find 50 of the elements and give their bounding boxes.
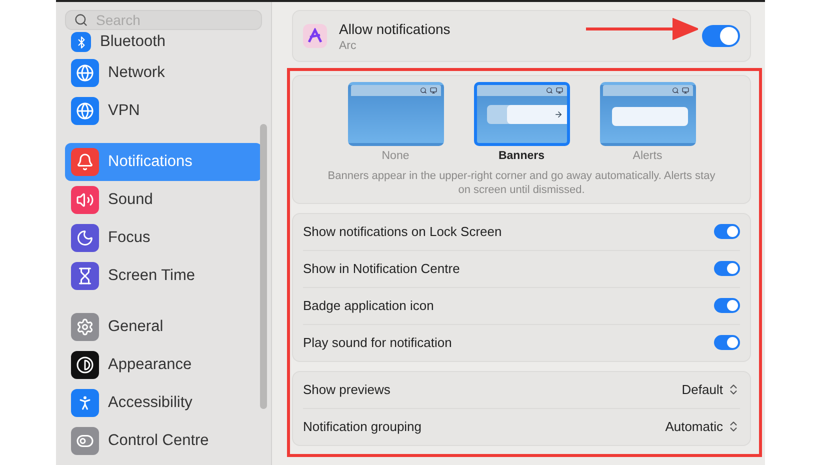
screen-time-icon bbox=[71, 262, 99, 290]
style-description: Banners appear in the upper-right corner and go away automatically. Alerts stay on screen until dismissed. bbox=[326, 169, 716, 198]
setting-label: Notification grouping bbox=[303, 419, 422, 434]
general-icon bbox=[71, 313, 99, 341]
sidebar-item[interactable]: VPN bbox=[65, 92, 262, 130]
toggle-switch[interactable] bbox=[714, 261, 740, 276]
monitor-icon bbox=[430, 87, 436, 94]
toggle-switch[interactable] bbox=[702, 25, 740, 47]
sidebar-item[interactable]: Network bbox=[65, 54, 262, 92]
sidebar-item[interactable]: Control Centre bbox=[65, 422, 262, 460]
notifications-icon bbox=[71, 148, 99, 176]
sidebar-item[interactable]: Accessibility bbox=[65, 384, 262, 422]
setting-label: Badge application icon bbox=[303, 298, 434, 314]
popup-menu[interactable]: Default bbox=[682, 382, 740, 398]
toggle-switch[interactable] bbox=[714, 335, 740, 350]
monitor-icon bbox=[682, 87, 688, 94]
sidebar-item[interactable]: General bbox=[65, 308, 262, 346]
sidebar-item[interactable]: Appearance bbox=[65, 346, 262, 384]
vpn-icon bbox=[71, 97, 99, 125]
sidebar-item[interactable]: Bluetooth bbox=[65, 30, 262, 54]
search-icon bbox=[420, 87, 426, 94]
style-label: Alerts bbox=[632, 150, 662, 162]
style-label: Banners bbox=[498, 150, 545, 162]
network-icon bbox=[71, 59, 99, 87]
search-icon bbox=[672, 87, 678, 94]
sidebar-item[interactable]: Screen Time bbox=[65, 257, 262, 295]
setting-label: Show in Notification Centre bbox=[303, 261, 460, 276]
monitor-icon bbox=[556, 87, 562, 94]
search-icon bbox=[74, 13, 88, 27]
sidebar-item[interactable]: Sound bbox=[65, 181, 262, 219]
setting-label: Show notifications on Lock Screen bbox=[303, 224, 502, 240]
control-centre-icon bbox=[71, 427, 99, 455]
app-icon bbox=[303, 24, 327, 48]
accessibility-icon bbox=[71, 389, 99, 417]
allow-notifications-title: Allow notifications bbox=[339, 20, 450, 36]
notification-style-option[interactable] bbox=[474, 82, 570, 146]
focus-icon bbox=[71, 224, 99, 252]
sound-icon bbox=[71, 186, 99, 214]
toggle-switch[interactable] bbox=[714, 224, 740, 240]
style-label: None bbox=[382, 150, 410, 162]
popup-menu[interactable]: Automatic bbox=[665, 419, 740, 434]
sidebar-item[interactable]: Focus bbox=[65, 219, 262, 257]
setting-label: Show previews bbox=[303, 382, 390, 398]
notification-style-option[interactable] bbox=[600, 82, 696, 146]
search-icon bbox=[546, 87, 552, 94]
appearance-icon bbox=[71, 351, 99, 379]
setting-label: Play sound for notification bbox=[303, 335, 452, 350]
toggle-switch[interactable] bbox=[714, 298, 740, 314]
app-name: Arc bbox=[339, 40, 358, 52]
bluetooth-icon bbox=[71, 32, 91, 52]
